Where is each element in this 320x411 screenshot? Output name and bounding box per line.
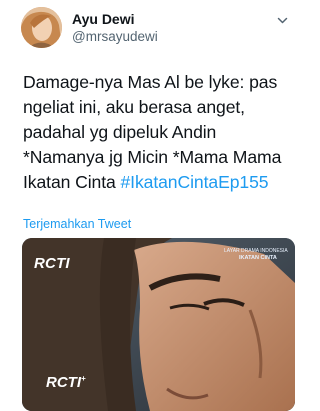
tweet-text: Damage-nya Mas Al be lyke: pas ngeliat i…: [23, 70, 299, 195]
rcti-logo-top: RCTI: [34, 255, 70, 272]
channel-tagline: LAYAR DRAMA INDONESIA: [224, 248, 288, 254]
rcti-logo-bottom-plus: +: [81, 374, 86, 383]
avatar[interactable]: [21, 7, 62, 48]
user-handle[interactable]: @mrsayudewi: [72, 29, 158, 45]
rcti-logo-bottom-text: RCTI: [46, 374, 81, 391]
tweet-media-image[interactable]: RCTI LAYAR DRAMA INDONESIA IKATAN CINTA …: [22, 238, 295, 411]
hashtag-link[interactable]: #IkatanCintaEp155: [120, 172, 268, 192]
chevron-down-icon[interactable]: [276, 14, 289, 27]
avatar-image: [21, 7, 62, 48]
rcti-logo-bottom: RCTI+: [46, 374, 86, 391]
display-name[interactable]: Ayu Dewi: [72, 11, 135, 27]
translate-tweet-link[interactable]: Terjemahkan Tweet: [23, 217, 131, 231]
show-title-watermark: IKATAN CINTA: [239, 255, 277, 261]
